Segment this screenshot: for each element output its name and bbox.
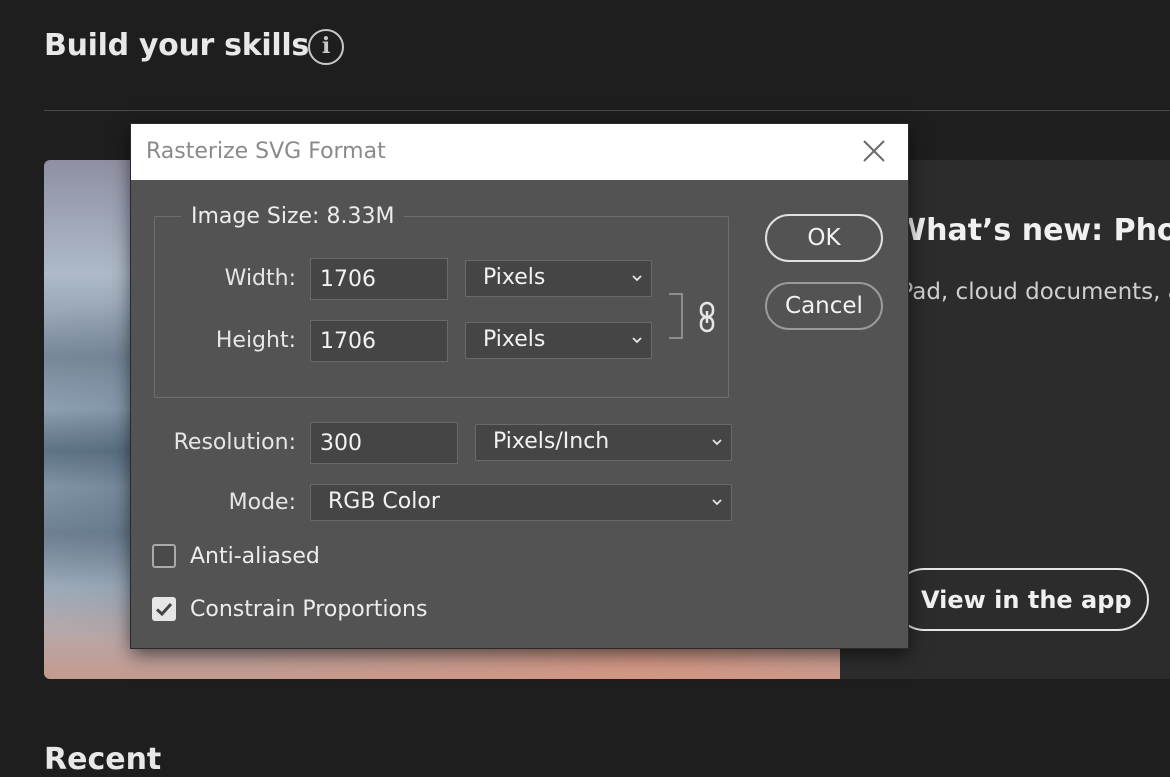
constrain-proportions-checkbox[interactable] [152,597,176,621]
anti-aliased-label: Anti-aliased [190,544,320,569]
width-input[interactable] [310,258,448,300]
dialog-titlebar: Rasterize SVG Format [131,124,908,180]
dialog-title: Rasterize SVG Format [146,139,386,164]
height-unit-value: Pixels [483,327,546,352]
proportion-link-bracket [669,293,683,339]
cancel-button[interactable]: Cancel [765,282,883,330]
width-unit-value: Pixels [483,265,546,290]
width-label: Width: [224,266,296,291]
constrain-proportions-label: Constrain Proportions [190,597,428,622]
view-in-app-button[interactable]: View in the app [893,568,1149,631]
mode-label: Mode: [228,490,296,515]
rasterize-svg-dialog: Rasterize SVG Format Image Size: 8.33M W… [131,124,908,648]
mode-select[interactable]: RGB Color [310,484,732,521]
width-unit-select[interactable]: Pixels [465,260,652,297]
height-unit-select[interactable]: Pixels [465,322,652,359]
ok-button[interactable]: OK [765,214,883,262]
resolution-input[interactable] [310,422,458,464]
chevron-down-icon [632,337,642,344]
anti-aliased-checkbox[interactable] [152,544,176,568]
section-divider [44,110,1170,111]
chevron-down-icon [632,275,642,282]
resolution-unit-value: Pixels/Inch [493,429,610,454]
mode-value: RGB Color [328,489,440,514]
close-icon[interactable] [860,137,888,165]
checkmark-icon [155,602,173,617]
chevron-down-icon [712,499,722,506]
info-icon[interactable]: i [308,29,344,65]
resolution-label: Resolution: [173,430,296,455]
height-input[interactable] [310,320,448,362]
recent-title: Recent [44,742,162,777]
resolution-unit-select[interactable]: Pixels/Inch [475,424,732,461]
image-size-label: Image Size: 8.33M [181,204,405,229]
hero-subtitle: iPad, cloud documents, a [893,279,1170,305]
height-label: Height: [215,328,296,353]
hero-heading: What’s new: Photo [893,213,1170,248]
chevron-down-icon [712,439,722,446]
image-size-group [154,216,729,398]
chain-link-icon[interactable] [696,300,718,334]
section-title: Build your skills [44,28,309,63]
